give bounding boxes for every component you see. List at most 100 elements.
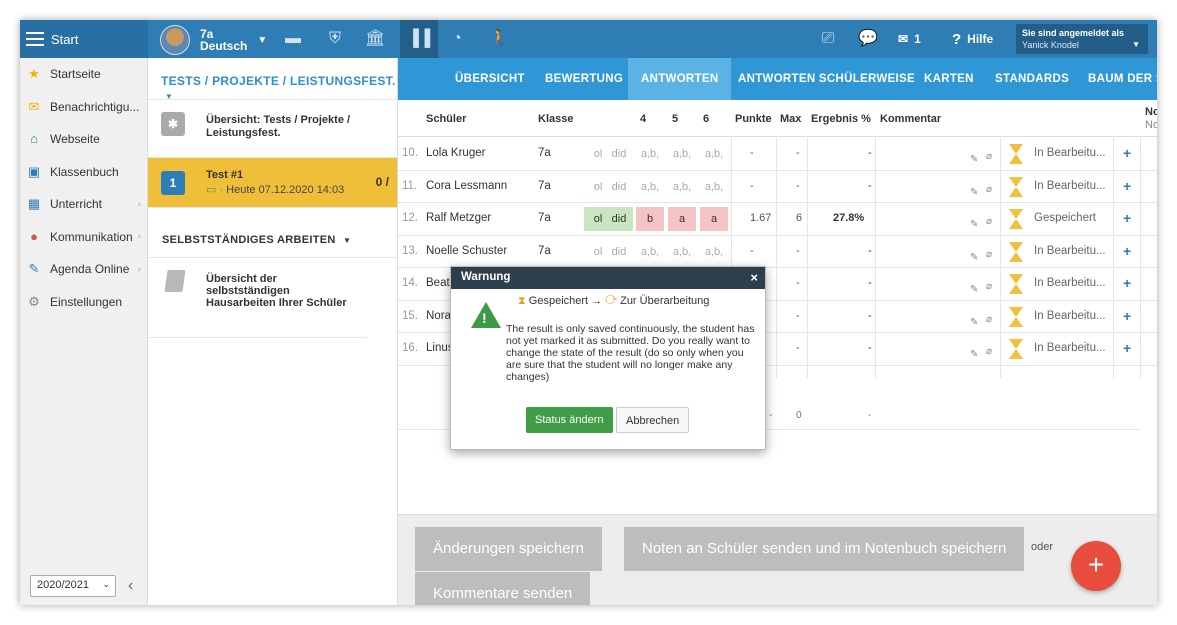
pencil-icon[interactable]: ✎ [970, 187, 978, 198]
pencil-icon[interactable]: ✎ [970, 154, 978, 165]
chart-icon[interactable]: ▐▐ [400, 20, 438, 58]
status-label[interactable]: In Bearbeitu... [1034, 147, 1106, 159]
start-menu-button[interactable]: Start [20, 20, 148, 58]
table-row[interactable]: 12. Ralf Metzger 7a ol did b a a 1.67 6 27.8% ✎ ⌀ Ges… [398, 203, 1157, 236]
answer-cell[interactable]: a [700, 207, 728, 231]
add-fab-button[interactable]: + [1071, 541, 1121, 591]
col-points[interactable]: Punkte [735, 113, 772, 125]
col-q6[interactable]: 6 [703, 113, 709, 125]
answer-cell[interactable]: a,b, [636, 175, 664, 199]
test-item-selected[interactable]: 1 Test #1 ▭ · Heute 07.12.2020 14:03 0 / [148, 158, 397, 208]
gauge-icon[interactable]: ◔ [447, 29, 467, 49]
briefcase-icon[interactable]: ▬ [283, 29, 303, 49]
tab-karten[interactable]: KARTEN [911, 58, 987, 100]
answer-cell[interactable]: a [668, 207, 696, 231]
tab-bewertung[interactable]: BEWERTUNG [532, 58, 636, 100]
answer-cell[interactable]: a,b, [668, 175, 696, 199]
sidebar-item-benachrichtigungen[interactable]: ✉ Benachrichtigu... [20, 91, 147, 124]
sidebar-item-agenda-online[interactable]: ✎ Agenda Online › [20, 253, 147, 286]
pencil-icon[interactable]: ✎ [970, 252, 978, 263]
mail-button[interactable]: ✉ 1 [898, 20, 921, 58]
pencil-icon[interactable]: ✎ [970, 284, 978, 295]
tab-antworten-schuelerweise[interactable]: ANTWORTEN SCHÜLERWEISE [725, 58, 928, 100]
tab-antworten[interactable]: ANTWORTEN [628, 58, 732, 100]
sidebar-item-startseite[interactable]: ★ Startseite [20, 58, 147, 91]
save-changes-button[interactable]: Änderungen speichern [415, 527, 602, 571]
paperclip-icon[interactable]: ⌀ [986, 249, 992, 260]
paperclip-icon[interactable]: ⌀ [986, 346, 992, 357]
sidebar-item-kommunikation[interactable]: ● Kommunikation › [20, 221, 147, 254]
answer-cell[interactable]: did [605, 142, 633, 166]
add-icon[interactable]: + [1123, 275, 1131, 291]
add-icon[interactable]: + [1123, 308, 1131, 324]
send-comments-button[interactable]: Kommentare senden [415, 572, 591, 605]
col-result[interactable]: Ergebnis % [811, 113, 871, 125]
answer-cell[interactable]: b [636, 207, 664, 231]
add-icon[interactable]: + [1123, 340, 1131, 356]
sidebar-item-unterricht[interactable]: ▦ Unterricht › [20, 188, 147, 221]
col-extra[interactable]: No [1145, 106, 1157, 118]
cancel-button[interactable]: Abbrechen [616, 407, 690, 433]
add-icon[interactable]: + [1123, 210, 1131, 226]
answer-cell[interactable]: a,b, [668, 240, 696, 264]
paperclip-icon[interactable]: ⌀ [986, 184, 992, 195]
pencil-icon[interactable]: ✎ [970, 349, 978, 360]
col-max[interactable]: Max [780, 113, 801, 125]
paperclip-icon[interactable]: ⌀ [986, 281, 992, 292]
add-icon[interactable]: + [1123, 178, 1131, 194]
sidebar-item-einstellungen[interactable]: ⚙ Einstellungen [20, 286, 147, 319]
send-grades-button[interactable]: Noten an Schüler senden und im Notenbuch… [624, 527, 1025, 571]
change-status-button[interactable]: Status ändern [526, 407, 613, 433]
answer-cell[interactable]: did [605, 207, 633, 231]
status-label[interactable]: In Bearbeitu... [1034, 245, 1106, 257]
cast-icon[interactable]: ⎚ [818, 29, 838, 49]
answer-cell[interactable]: a,b, [700, 142, 728, 166]
col-comment[interactable]: Kommentar [880, 113, 941, 125]
tab-standards[interactable]: STANDARDS [982, 58, 1082, 100]
add-icon[interactable]: + [1123, 243, 1131, 259]
chat-bubbles-icon[interactable]: 💬 [858, 29, 878, 49]
answer-cell[interactable]: a,b, [636, 240, 664, 264]
status-label[interactable]: In Bearbeitu... [1034, 180, 1106, 192]
building-icon[interactable]: 🏛 [365, 29, 385, 49]
answer-cell[interactable]: did [605, 240, 633, 264]
answer-cell[interactable]: a,b, [700, 175, 728, 199]
table-row[interactable]: 10. Lola Kruger 7a ol did a,b, a,b, a,b, - - - ✎ ⌀ In… [398, 138, 1157, 171]
homework-overview-item[interactable]: Übersicht der selbstständigen Hausarbeit… [148, 258, 367, 338]
status-label[interactable]: In Bearbeitu... [1034, 342, 1106, 354]
col-q4[interactable]: 4 [640, 113, 646, 125]
answer-cell[interactable]: a,b, [700, 240, 728, 264]
self-work-heading[interactable]: SELBSTSTÄNDIGES ARBEITEN ▼ [148, 208, 397, 258]
table-row[interactable]: 11. Cora Lessmann 7a ol did a,b, a,b, a,b, - - - ✎ ⌀… [398, 171, 1157, 203]
sidebar-item-webseite[interactable]: ⌂ Webseite [20, 123, 147, 156]
year-select[interactable]: 2020/2021 ⌄ [30, 575, 116, 597]
help-button[interactable]: ? Hilfe [952, 20, 993, 58]
status-label[interactable]: In Bearbeitu... [1034, 277, 1106, 289]
paperclip-icon[interactable]: ⌀ [986, 216, 992, 227]
shield-icon[interactable]: ⛨ [325, 29, 345, 49]
collapse-sidebar-icon[interactable]: ‹ [128, 577, 133, 595]
col-class[interactable]: Klasse [538, 113, 573, 125]
user-menu[interactable]: Sie sind angemeldet als Yanick Knodel ▼ [1016, 24, 1148, 54]
table-row[interactable]: 13. Noelle Schuster 7a ol did a,b, a,b, a,b, - - -… [398, 236, 1157, 268]
answer-cell[interactable]: did [605, 175, 633, 199]
answer-cell[interactable]: a,b, [636, 142, 664, 166]
tests-heading[interactable]: TESTS / PROJEKTE / LEISTUNGSFEST. ▼ [148, 58, 397, 101]
sidebar-item-klassenbuch[interactable]: ▣ Klassenbuch [20, 156, 147, 189]
status-label[interactable]: Gespeichert [1034, 212, 1096, 224]
col-q5[interactable]: 5 [672, 113, 678, 125]
paperclip-icon[interactable]: ⌀ [986, 151, 992, 162]
walking-icon[interactable]: 🚶 [489, 29, 509, 49]
paperclip-icon[interactable]: ⌀ [986, 314, 992, 325]
tests-overview-item[interactable]: ✱ Übersicht: Tests / Projekte / Leistung… [148, 100, 397, 158]
add-icon[interactable]: + [1123, 145, 1131, 161]
col-student[interactable]: Schüler [426, 113, 466, 125]
tab-baum-der-standards[interactable]: BAUM DER ST [1075, 58, 1157, 100]
close-icon[interactable]: × [750, 270, 758, 285]
tab-uebersicht[interactable]: ÜBERSICHT [442, 58, 538, 100]
answer-cell[interactable]: a,b, [668, 142, 696, 166]
class-selector[interactable]: 7a Deutsch ▼ [160, 25, 267, 55]
pencil-icon[interactable]: ✎ [970, 219, 978, 230]
pencil-icon[interactable]: ✎ [970, 317, 978, 328]
status-label[interactable]: In Bearbeitu... [1034, 310, 1106, 322]
